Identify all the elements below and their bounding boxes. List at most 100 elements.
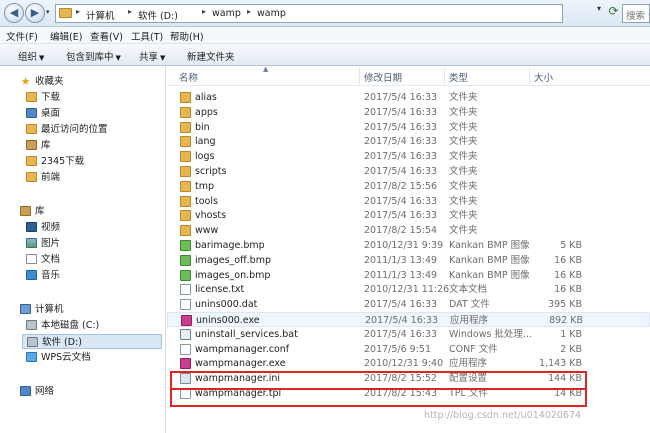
library-icon — [26, 140, 37, 150]
file-type: 文件夹 — [449, 121, 478, 133]
command-toolbar: 组织 ▼ 包含到库中 ▼ 共享 ▼ 新建文件夹 — [0, 44, 650, 66]
bmp-icon — [180, 254, 191, 266]
chevron-down-icon: ▼ — [160, 54, 166, 62]
address-bar[interactable]: ▸ 计算机 ▸ 软件 (D:) ▸ wamp ▸ wamp — [55, 4, 563, 23]
file-icon — [180, 299, 191, 311]
picture-icon — [26, 238, 37, 248]
bat-icon — [180, 328, 191, 340]
column-separator[interactable] — [359, 68, 360, 84]
folder-icon — [180, 225, 191, 237]
chevron-down-icon: ▼ — [115, 54, 121, 62]
nav-label: 桌面 — [41, 108, 61, 119]
file-row[interactable]: unins000.dat 2017/5/4 16:33 DAT 文件 395 KB — [167, 297, 650, 312]
file-type: 文件夹 — [449, 151, 478, 163]
nav-item-drive-d[interactable]: 软件 (D:) — [22, 334, 162, 349]
breadcrumb-computer[interactable]: 计算机 — [86, 8, 115, 22]
file-type: 文件夹 — [449, 195, 478, 207]
history-dropdown-icon[interactable]: ▾ — [46, 8, 50, 16]
column-separator[interactable] — [529, 68, 530, 84]
search-input[interactable]: 搜索 wamp — [622, 4, 650, 23]
file-row[interactable]: barimage.bmp 2010/12/31 9:39 Kankan BMP 图像… — [167, 238, 650, 253]
include-in-library-button[interactable]: 包含到库中 ▼ — [66, 49, 121, 63]
breadcrumb-arrow-icon[interactable]: ▸ — [128, 7, 132, 16]
column-separator[interactable] — [444, 68, 445, 84]
address-row: ◀ ▶ ▾ ▸ 计算机 ▸ 软件 (D:) ▸ wamp ▸ wamp ▾ ⟳ … — [0, 0, 650, 27]
organize-button[interactable]: 组织 ▼ — [18, 49, 44, 63]
file-row[interactable]: lang 2017/5/4 16:33 文件夹 — [167, 134, 650, 149]
file-date: 2017/5/4 16:33 — [364, 210, 438, 222]
file-row[interactable]: images_off.bmp 2011/1/3 13:49 Kankan BMP 图… — [167, 253, 650, 268]
new-folder-button[interactable]: 新建文件夹 — [187, 49, 235, 63]
file-date: 2017/5/4 16:33 — [364, 151, 438, 163]
column-name[interactable]: 名称 — [179, 70, 198, 84]
folder-icon — [26, 156, 37, 166]
address-dropdown-icon[interactable]: ▾ — [597, 4, 601, 13]
file-row[interactable]: bin 2017/5/4 16:33 文件夹 — [167, 120, 650, 135]
breadcrumb-wamp-current[interactable]: wamp — [257, 8, 286, 19]
forward-button[interactable]: ▶ — [25, 3, 45, 23]
file-size: 16 KB — [554, 284, 582, 296]
file-row[interactable]: wampmanager.conf 2017/5/6 9:51 CONF 文件 2 KB — [167, 342, 650, 357]
file-date: 2017/5/4 16:33 — [364, 92, 438, 103]
file-name: www — [195, 225, 219, 237]
search-placeholder: 搜索 wamp — [626, 11, 649, 22]
menu-help[interactable]: 帮助(H) — [170, 29, 204, 43]
breadcrumb-drive[interactable]: 软件 (D:) — [138, 8, 178, 22]
file-row[interactable]: vhosts 2017/5/4 16:33 文件夹 — [167, 208, 650, 223]
folder-icon — [59, 8, 72, 18]
document-icon — [26, 254, 37, 264]
nav-label: 库 — [35, 206, 45, 217]
file-size: 1,143 KB — [539, 358, 582, 370]
file-type: 应用程序 — [449, 358, 488, 370]
column-modified[interactable]: 修改日期 — [364, 70, 402, 84]
file-name: scripts — [195, 166, 227, 177]
breadcrumb-wamp[interactable]: wamp — [212, 8, 241, 19]
local-disk-icon — [26, 320, 37, 330]
include-label: 包含到库中 — [66, 52, 114, 63]
file-row[interactable]: apps 2017/5/4 16:33 文件夹 — [167, 105, 650, 120]
column-size[interactable]: 大小 — [534, 70, 553, 84]
breadcrumb-arrow-icon[interactable]: ▸ — [202, 7, 206, 16]
file-type: 应用程序 — [450, 315, 489, 326]
file-row[interactable]: tmp 2017/8/2 15:56 文件夹 — [167, 179, 650, 194]
file-row[interactable]: www 2017/8/2 15:54 文件夹 — [167, 223, 650, 238]
file-type: 文件夹 — [449, 92, 478, 103]
computer-icon — [20, 304, 31, 314]
nav-label: 本地磁盘 (C:) — [41, 320, 100, 331]
file-type: DAT 文件 — [449, 299, 490, 311]
organize-label: 组织 — [18, 52, 38, 63]
menu-view[interactable]: 查看(V) — [90, 29, 123, 43]
folder-icon — [180, 180, 191, 192]
nav-label: 最近访问的位置 — [41, 124, 108, 135]
breadcrumb-arrow-icon[interactable]: ▸ — [247, 7, 251, 16]
file-row[interactable]: uninstall_services.bat 2017/5/4 16:33 Wind… — [167, 327, 650, 342]
file-icon — [180, 284, 191, 296]
file-date: 2017/5/4 16:33 — [365, 315, 439, 326]
nav-label: 视频 — [41, 222, 61, 233]
bmp-icon — [180, 240, 191, 251]
drive-icon — [27, 337, 38, 347]
recent-places-icon — [26, 124, 37, 134]
share-button[interactable]: 共享 ▼ — [139, 49, 165, 63]
file-row[interactable]: logs 2017/5/4 16:33 文件夹 — [167, 149, 650, 164]
breadcrumb-arrow-icon[interactable]: ▸ — [76, 7, 80, 16]
file-row[interactable]: alias 2017/5/4 16:33 文件夹 — [167, 90, 650, 105]
back-button[interactable]: ◀ — [4, 3, 24, 23]
refresh-icon[interactable]: ⟳ — [606, 4, 621, 19]
file-row[interactable]: wampmanager.exe 2010/12/31 9:40 应用程序 1,143 … — [167, 356, 650, 371]
column-type[interactable]: 类型 — [449, 70, 468, 84]
nav-label: 网络 — [35, 386, 55, 397]
menu-tools[interactable]: 工具(T) — [131, 29, 163, 43]
file-row[interactable]: scripts 2017/5/4 16:33 文件夹 — [167, 164, 650, 179]
menu-file[interactable]: 文件(F) — [6, 29, 38, 43]
folder-icon — [180, 151, 191, 163]
menu-edit[interactable]: 编辑(E) — [50, 29, 82, 43]
file-row[interactable]: tools 2017/5/4 16:33 文件夹 — [167, 194, 650, 209]
nav-label: 图片 — [41, 238, 61, 249]
file-row[interactable]: license.txt 2010/12/31 11:26 文本文档 16 KB — [167, 282, 650, 297]
desktop-icon — [26, 108, 37, 118]
back-arrow-icon: ◀ — [9, 6, 19, 19]
file-row[interactable]: unins000.exe 2017/5/4 16:33 应用程序 892 KB — [167, 312, 650, 327]
file-row[interactable]: images_on.bmp 2011/1/3 13:49 Kankan BMP 图像… — [167, 268, 650, 283]
file-type: Kankan BMP 图像 — [449, 254, 530, 266]
